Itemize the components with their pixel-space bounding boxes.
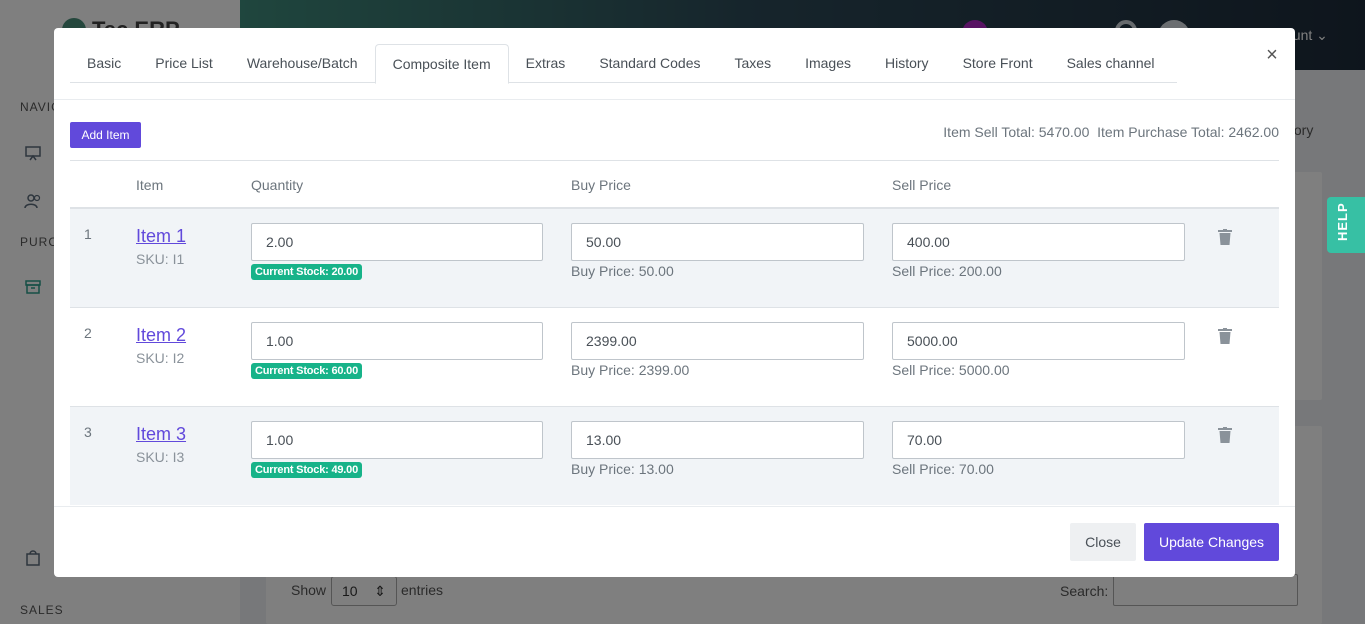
column-header-quantity: Quantity xyxy=(251,177,304,193)
tab-extras[interactable]: Extras xyxy=(509,44,583,83)
modal-tabs: Basic Price List Warehouse/Batch Composi… xyxy=(70,44,1177,84)
close-icon[interactable]: × xyxy=(1262,44,1282,66)
buy-price-hint: Buy Price: 13.00 xyxy=(571,461,674,477)
buy-price-input[interactable] xyxy=(571,421,864,459)
tab-standard-codes[interactable]: Standard Codes xyxy=(582,44,717,83)
item-link[interactable]: Item 3 xyxy=(136,424,186,445)
tab-sales-channel[interactable]: Sales channel xyxy=(1050,44,1172,83)
table-row: 1 Item 1 SKU: I1 Current Stock: 20.00 Bu… xyxy=(70,209,1279,308)
item-link[interactable]: Item 1 xyxy=(136,226,186,247)
item-totals: Item Sell Total: 5470.00 Item Purchase T… xyxy=(943,124,1279,140)
sell-price-hint: Sell Price: 70.00 xyxy=(892,461,994,477)
footer-divider xyxy=(54,506,1295,507)
sell-price-input[interactable] xyxy=(892,421,1185,459)
item-link[interactable]: Item 2 xyxy=(136,325,186,346)
table-header: Item Quantity Buy Price Sell Price xyxy=(70,160,1279,209)
trash-icon[interactable] xyxy=(1218,328,1232,344)
tab-history[interactable]: History xyxy=(868,44,946,83)
sell-price-hint: Sell Price: 5000.00 xyxy=(892,362,1010,378)
sell-price-hint: Sell Price: 200.00 xyxy=(892,263,1002,279)
item-modal: Basic Price List Warehouse/Batch Composi… xyxy=(54,28,1295,577)
tab-taxes[interactable]: Taxes xyxy=(718,44,789,83)
sell-price-input[interactable] xyxy=(892,223,1185,261)
sell-total: Item Sell Total: 5470.00 xyxy=(943,124,1090,140)
tab-composite-item[interactable]: Composite Item xyxy=(374,44,509,84)
add-item-button[interactable]: Add Item xyxy=(70,122,141,148)
tab-price-list[interactable]: Price List xyxy=(138,44,230,83)
table-row: 3 Item 3 SKU: I3 Current Stock: 49.00 Bu… xyxy=(70,407,1279,505)
tab-basic[interactable]: Basic xyxy=(70,44,138,83)
row-number: 3 xyxy=(84,424,92,440)
buy-price-input[interactable] xyxy=(571,322,864,360)
quantity-input[interactable] xyxy=(251,223,543,261)
header-divider xyxy=(54,99,1295,100)
row-number: 1 xyxy=(84,226,92,242)
purchase-total: Item Purchase Total: 2462.00 xyxy=(1097,124,1279,140)
trash-icon[interactable] xyxy=(1218,229,1232,245)
sell-price-input[interactable] xyxy=(892,322,1185,360)
current-stock-badge: Current Stock: 60.00 xyxy=(251,363,362,379)
update-changes-button[interactable]: Update Changes xyxy=(1144,523,1279,561)
column-header-sell-price: Sell Price xyxy=(892,177,952,193)
quantity-input[interactable] xyxy=(251,421,543,459)
quantity-input[interactable] xyxy=(251,322,543,360)
current-stock-badge: Current Stock: 49.00 xyxy=(251,462,362,478)
tab-store-front[interactable]: Store Front xyxy=(946,44,1050,83)
item-sku: SKU: I2 xyxy=(136,350,185,366)
item-sku: SKU: I1 xyxy=(136,251,185,267)
column-header-buy-price: Buy Price xyxy=(571,177,631,193)
tab-warehouse-batch[interactable]: Warehouse/Batch xyxy=(230,44,375,83)
column-header-item: Item xyxy=(136,177,164,193)
item-sku: SKU: I3 xyxy=(136,449,185,465)
close-button[interactable]: Close xyxy=(1070,523,1136,561)
current-stock-badge: Current Stock: 20.00 xyxy=(251,264,362,280)
buy-price-hint: Buy Price: 50.00 xyxy=(571,263,674,279)
table-row: 2 Item 2 SKU: I2 Current Stock: 60.00 Bu… xyxy=(70,308,1279,407)
composite-items-table: Item Quantity Buy Price Sell Price 1 Ite… xyxy=(70,160,1279,505)
buy-price-input[interactable] xyxy=(571,223,864,261)
tab-images[interactable]: Images xyxy=(788,44,868,83)
help-tab[interactable]: HELP xyxy=(1327,197,1365,253)
trash-icon[interactable] xyxy=(1218,427,1232,443)
row-number: 2 xyxy=(84,325,92,341)
buy-price-hint: Buy Price: 2399.00 xyxy=(571,362,690,378)
